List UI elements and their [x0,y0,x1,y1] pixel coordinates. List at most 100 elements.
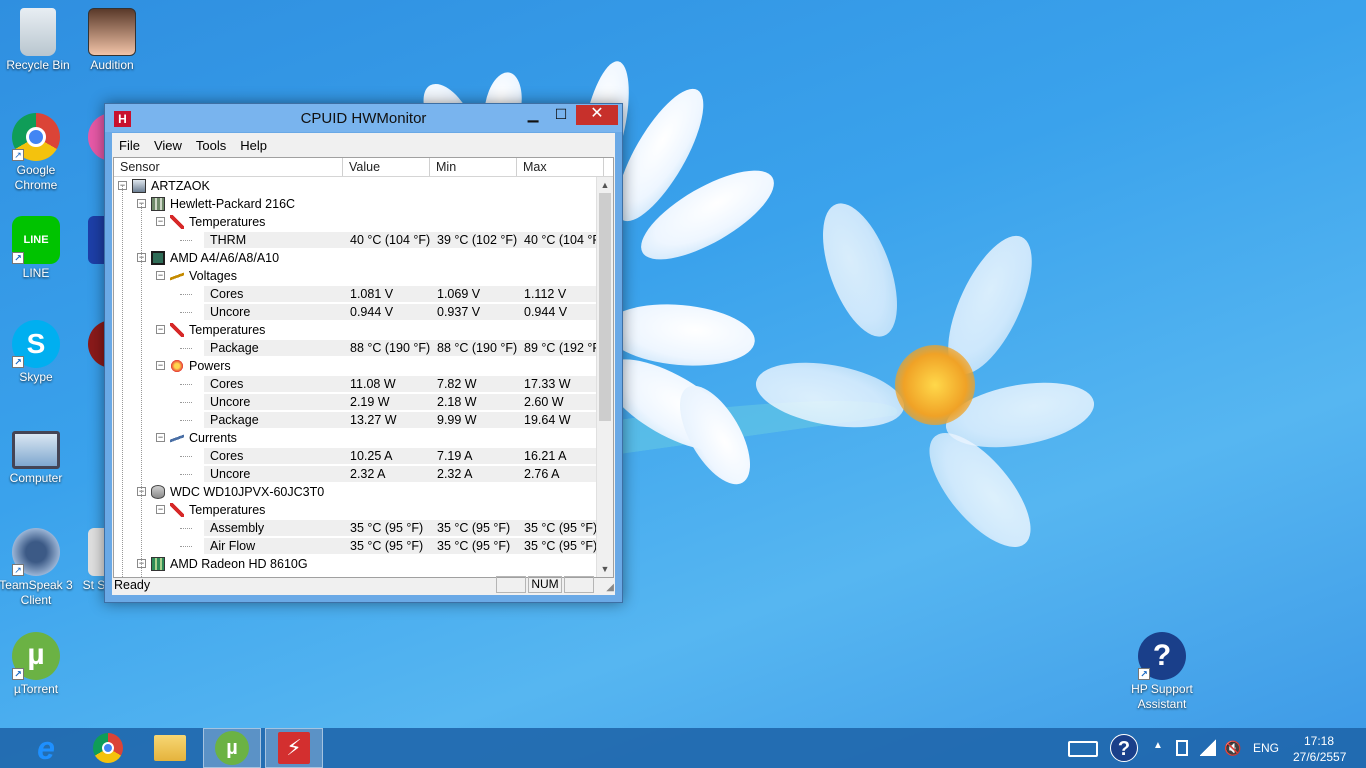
num-lock-indicator: NUM [528,576,562,593]
sensor-label: Cores [210,287,244,301]
collapse-toggle-icon[interactable]: − [156,433,165,442]
sensor-min: 7.19 A [437,449,473,463]
touch-keyboard-icon[interactable] [1068,741,1098,757]
scroll-thumb[interactable] [599,193,611,421]
column-sensor[interactable]: Sensor [114,158,343,176]
collapse-toggle-icon[interactable]: − [156,325,165,334]
sensor-reading-row[interactable]: Air Flow 35 °C (95 °F) 35 °C (95 °F) 35 °C … [114,537,599,555]
device-row[interactable]: − AMD Radeon HD 8610G [114,555,599,573]
sensor-value: 40 °C (104 °F) [350,233,431,247]
sensor-group-row[interactable]: − Voltages [114,267,599,285]
device-row[interactable]: − AMD A4/A6/A8/A10 [114,249,599,267]
root-row[interactable]: − ARTZAOK [114,177,599,195]
tree-connector [141,203,142,577]
maximize-button[interactable]: ☐ [548,105,574,125]
sensor-reading-row[interactable]: THRM 40 °C (104 °F) 39 °C (102 °F) 40 °C (1… [114,231,604,249]
taskbar-hwmonitor[interactable]: ⚡ [265,728,323,768]
network-signal-icon[interactable] [1200,738,1216,756]
sensor-tree[interactable]: Sensor Value Min Max − ARTZAOK − Hewlett-Pa… [113,157,614,578]
teamspeak-icon: ↗ [12,528,60,576]
help-icon[interactable]: ? [1110,734,1138,762]
clock-date[interactable]: 27/6/2557 [1293,750,1346,764]
sensor-reading-row[interactable]: Uncore 0.944 V 0.937 V 0.944 V [114,303,599,321]
menu-file[interactable]: File [112,138,147,153]
sensor-label: Air Flow [210,539,256,553]
sensor-value: 13.27 W [350,413,397,427]
sensor-group-row[interactable]: − Temperatures [114,501,599,519]
menu-tools[interactable]: Tools [189,138,233,153]
battery-icon[interactable] [1176,740,1188,756]
sensor-label: Temperatures [189,503,266,517]
sensor-reading-row[interactable]: Cores 11.08 W 7.82 W 17.33 W [114,375,599,393]
shortcut-arrow-icon: ↗ [1138,668,1150,680]
close-button[interactable]: ✕ [576,105,618,125]
collapse-toggle-icon[interactable]: − [156,217,165,226]
collapse-toggle-icon[interactable]: − [156,505,165,514]
show-hidden-icons-icon[interactable]: ▲ [1153,740,1163,751]
desktop-icon-audition[interactable]: Audition [74,8,150,73]
sensor-reading-row[interactable]: Uncore 2.32 A 2.32 A 2.76 A [114,465,599,483]
taskbar-utorrent[interactable]: µ [203,728,261,768]
desktop-icon-teamspeak[interactable]: ↗ TeamSpeak 3 Client [0,528,74,608]
sensor-label: Uncore [210,395,251,409]
thermometer-icon [170,215,184,229]
sensor-group-row[interactable]: − Currents [114,429,599,447]
menu-view[interactable]: View [147,138,189,153]
shortcut-arrow-icon: ↗ [12,149,24,161]
device-row[interactable]: − Hewlett-Packard 216C [114,195,599,213]
desktop-icon-recycle-bin[interactable]: Recycle Bin [0,8,76,73]
column-max[interactable]: Max [517,158,604,176]
hwmonitor-window[interactable]: H CPUID HWMonitor ▁ ☐ ✕ File View Tools … [104,103,623,603]
desktop-icon-skype[interactable]: S ↗ Skype [0,320,74,385]
volume-muted-icon[interactable]: 🔇 [1224,740,1241,757]
sensor-value: 35 °C (95 °F) [350,521,424,535]
taskbar-file-explorer[interactable] [141,728,199,768]
taskbar-internet-explorer[interactable]: e [17,728,75,768]
desktop-icon-label: Recycle Bin [6,58,70,72]
desktop-icon-hp-support[interactable]: ? ↗ HP Support Assistant [1124,632,1200,712]
sensor-reading-row[interactable]: Cores 1.081 V 1.069 V 1.112 V [114,285,599,303]
shortcut-arrow-icon: ↗ [12,668,24,680]
sensor-max: 35 °C (95 °F) [524,539,598,553]
vertical-scrollbar[interactable]: ▲ ▼ [596,177,613,577]
column-value[interactable]: Value [343,158,430,176]
tree-connector [180,402,192,403]
language-indicator[interactable]: ENG [1253,741,1279,755]
sensor-min: 39 °C (102 °F) [437,233,518,247]
collapse-toggle-icon[interactable]: − [156,271,165,280]
sensor-reading-row[interactable]: Package 88 °C (190 °F) 88 °C (190 °F) 89 °C… [114,339,604,357]
minimize-button[interactable]: ▁ [520,105,546,125]
sensor-label: AMD A4/A6/A8/A10 [170,251,280,265]
collapse-toggle-icon[interactable]: − [156,361,165,370]
resize-grip-icon[interactable]: ◢ [606,582,614,593]
sensor-reading-row[interactable]: Package 13.27 W 9.99 W 19.64 W [114,411,599,429]
desktop-icon-label: µTorrent [13,682,59,696]
sensor-max: 2.76 A [524,467,560,481]
tree-connector [180,384,192,385]
taskbar-chrome[interactable] [79,728,137,768]
desktop-icon-line[interactable]: LINE ↗ LINE [0,216,74,281]
desktop-icon-computer[interactable]: Computer [0,425,74,486]
sensor-value: 10.25 A [350,449,393,463]
title-bar[interactable]: H CPUID HWMonitor ▁ ☐ ✕ [105,104,622,132]
sensor-group-row[interactable]: − Temperatures [114,321,599,339]
menu-help[interactable]: Help [233,138,274,153]
desktop-icon-label: Audition [90,58,134,72]
thermometer-icon [170,323,184,337]
status-pane-empty [496,576,526,593]
desktop-icon-chrome[interactable]: ↗ Google Chrome [0,113,74,193]
sensor-reading-row[interactable]: Uncore 2.19 W 2.18 W 2.60 W [114,393,599,411]
desktop-icon-utorrent[interactable]: µ ↗ µTorrent [0,632,74,697]
current-icon [170,431,184,445]
scroll-up-icon[interactable]: ▲ [597,177,613,193]
sensor-group-row[interactable]: − Temperatures [114,213,599,231]
column-min[interactable]: Min [430,158,517,176]
sensor-reading-row[interactable]: Cores 10.25 A 7.19 A 16.21 A [114,447,599,465]
sensor-group-row[interactable]: − Powers [114,357,599,375]
device-row[interactable]: − WDC WD10JPVX-60JC3T0 [114,483,599,501]
clock-time[interactable]: 17:18 [1304,734,1334,748]
sensor-reading-row[interactable]: Assembly 35 °C (95 °F) 35 °C (95 °F) 35 °C … [114,519,599,537]
sensor-label: Hewlett-Packard 216C [170,197,296,211]
sensor-min: 35 °C (95 °F) [437,539,511,553]
desktop-icon-label: HP Support Assistant [1131,682,1193,711]
